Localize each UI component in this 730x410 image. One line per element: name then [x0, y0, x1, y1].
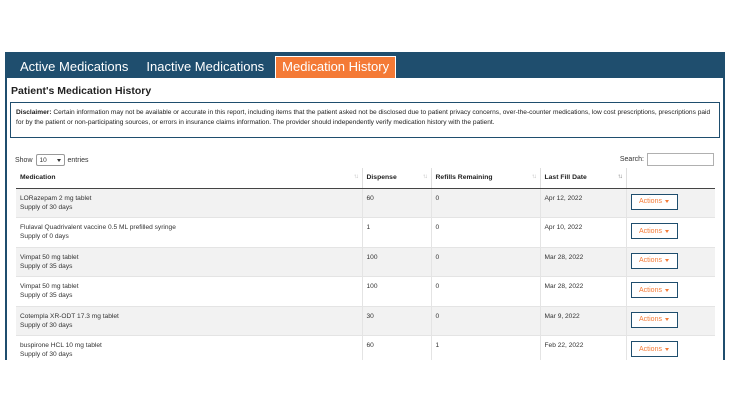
refills-cell: 0	[431, 188, 541, 218]
table-row: Flulaval Quadrivalent vaccine 0.5 ML pre…	[16, 217, 715, 248]
last-fill-date-cell: Feb 22, 2022	[540, 335, 627, 360]
chevron-down-icon	[56, 158, 61, 162]
tab-medication-history[interactable]: Medication History	[275, 56, 397, 78]
tab-bar: Active Medications Inactive Medications …	[7, 52, 723, 78]
table-row: Vimpat 50 mg tablet Supply of 35 days 100 0…	[16, 276, 715, 307]
medication-supply: Supply of 30 days	[20, 203, 73, 211]
medication-cell: Cotempla XR-ODT 17.3 mg tablet Supply of …	[16, 306, 363, 336]
sort-icon: ↑↓	[422, 174, 428, 180]
column-header-last-fill-date[interactable]: Last Fill Date ↑↓	[540, 168, 627, 189]
search-input[interactable]	[647, 153, 714, 166]
medication-supply: Supply of 0 days	[20, 233, 69, 240]
actions-label: Actions	[639, 316, 662, 323]
table-row: LORazepam 2 mg tablet Supply of 30 days 60…	[16, 188, 715, 218]
sort-icon: ↑↓	[531, 174, 537, 180]
actions-label: Actions	[639, 257, 662, 264]
search-label: Search:	[619, 156, 644, 163]
show-label: Show	[15, 156, 33, 164]
disclaimer-label: Disclaimer:	[16, 109, 52, 116]
medication-supply: Supply of 35 days	[20, 292, 73, 299]
chevron-down-icon	[664, 229, 669, 233]
entries-value: 10	[39, 156, 47, 164]
actions-button[interactable]: Actions	[630, 341, 678, 357]
actions-cell: Actions	[626, 247, 715, 277]
last-fill-date-cell: Apr 10, 2022	[540, 217, 627, 248]
table-row: Vimpat 50 mg tablet Supply of 35 days 100 0…	[16, 247, 715, 277]
dispense-cell: 100	[362, 276, 432, 307]
search-control: Search:	[620, 153, 714, 166]
actions-button[interactable]: Actions	[630, 223, 678, 239]
medication-name: Vimpat 50 mg tablet	[20, 283, 79, 290]
last-fill-date-cell: Mar 28, 2022	[540, 276, 627, 307]
actions-cell: Actions	[626, 217, 715, 248]
refills-cell: 0	[431, 217, 541, 248]
chevron-down-icon	[664, 347, 669, 351]
actions-label: Actions	[639, 345, 662, 353]
chevron-down-icon	[664, 200, 669, 203]
medication-name: Vimpat 50 mg tablet	[20, 253, 79, 261]
table-row: buspirone HCL 10 mg tablet Supply of 30 d…	[16, 335, 715, 360]
dispense-cell: 1	[362, 217, 432, 248]
column-header-actions	[626, 168, 715, 189]
dispense-cell: 60	[362, 188, 432, 218]
tab-inactive-medications[interactable]: Inactive Medications	[139, 56, 271, 78]
refills-cell: 0	[431, 276, 541, 307]
section-title: Patient's Medication History	[11, 85, 152, 97]
actions-label: Actions	[639, 227, 662, 235]
dispense-cell: 100	[362, 247, 432, 277]
last-fill-date-cell: Apr 12, 2022	[540, 188, 627, 218]
sort-desc-icon: ↑↓	[617, 174, 623, 180]
last-fill-date-cell: Mar 28, 2022	[540, 247, 627, 277]
table-body: LORazepam 2 mg tablet Supply of 30 days 60…	[16, 188, 715, 360]
medication-cell: Vimpat 50 mg tablet Supply of 35 days	[16, 247, 363, 277]
tab-active-medications[interactable]: Active Medications	[13, 56, 135, 78]
refills-cell: 0	[431, 306, 541, 336]
actions-cell: Actions	[626, 335, 715, 360]
chevron-down-icon	[664, 318, 669, 321]
actions-button[interactable]: Actions	[630, 311, 678, 328]
dispense-cell: 60	[362, 335, 432, 360]
medication-cell: Flulaval Quadrivalent vaccine 0.5 ML pre…	[16, 217, 363, 248]
medication-supply: Supply of 35 days	[20, 262, 73, 270]
sort-icon: ↑↓	[353, 174, 359, 180]
column-header-medication[interactable]: Medication ↑↓	[16, 168, 363, 189]
actions-label: Actions	[639, 286, 662, 294]
disclaimer-text: Certain information may not be available…	[16, 109, 711, 126]
dispense-cell: 30	[362, 306, 432, 336]
actions-cell: Actions	[626, 306, 715, 336]
medication-table: Medication ↑↓ Dispense ↑↓ Refills Remainin…	[16, 168, 715, 360]
refills-cell: 1	[431, 335, 541, 360]
last-fill-date-cell: Mar 9, 2022	[540, 306, 627, 336]
medication-cell: buspirone HCL 10 mg tablet Supply of 30 d…	[16, 335, 363, 360]
entries-label: entries	[67, 156, 89, 164]
medication-panel: Active Medications Inactive Medications …	[5, 52, 725, 360]
medication-cell: Vimpat 50 mg tablet Supply of 35 days	[16, 276, 363, 307]
chevron-down-icon	[664, 288, 669, 292]
table-row: Cotempla XR-ODT 17.3 mg tablet Supply of …	[16, 306, 715, 336]
actions-button[interactable]: Actions	[630, 193, 678, 210]
medication-name: Cotempla XR-ODT 17.3 mg tablet	[20, 312, 119, 320]
column-header-refills[interactable]: Refills Remaining ↑↓	[431, 168, 541, 189]
chevron-down-icon	[664, 259, 669, 262]
medication-cell: LORazepam 2 mg tablet Supply of 30 days	[16, 188, 363, 218]
actions-button[interactable]: Actions	[630, 282, 678, 298]
medication-name: Flulaval Quadrivalent vaccine 0.5 ML pre…	[20, 224, 176, 231]
actions-button[interactable]: Actions	[630, 252, 678, 269]
medication-name: LORazepam 2 mg tablet	[20, 194, 92, 202]
disclaimer-box: Disclaimer: Certain information may not …	[10, 102, 720, 138]
actions-cell: Actions	[626, 276, 715, 307]
medication-supply: Supply of 30 days	[20, 321, 73, 329]
actions-label: Actions	[639, 198, 662, 205]
actions-cell: Actions	[626, 188, 715, 218]
table-header-row: Medication ↑↓ Dispense ↑↓ Refills Remainin…	[16, 168, 715, 189]
column-header-dispense[interactable]: Dispense ↑↓	[362, 168, 432, 189]
entries-control: Show 10 entries	[15, 154, 89, 166]
medication-name: buspirone HCL 10 mg tablet	[20, 342, 102, 349]
medication-supply: Supply of 30 days	[20, 351, 73, 358]
refills-cell: 0	[431, 247, 541, 277]
entries-select[interactable]: 10	[35, 154, 65, 166]
